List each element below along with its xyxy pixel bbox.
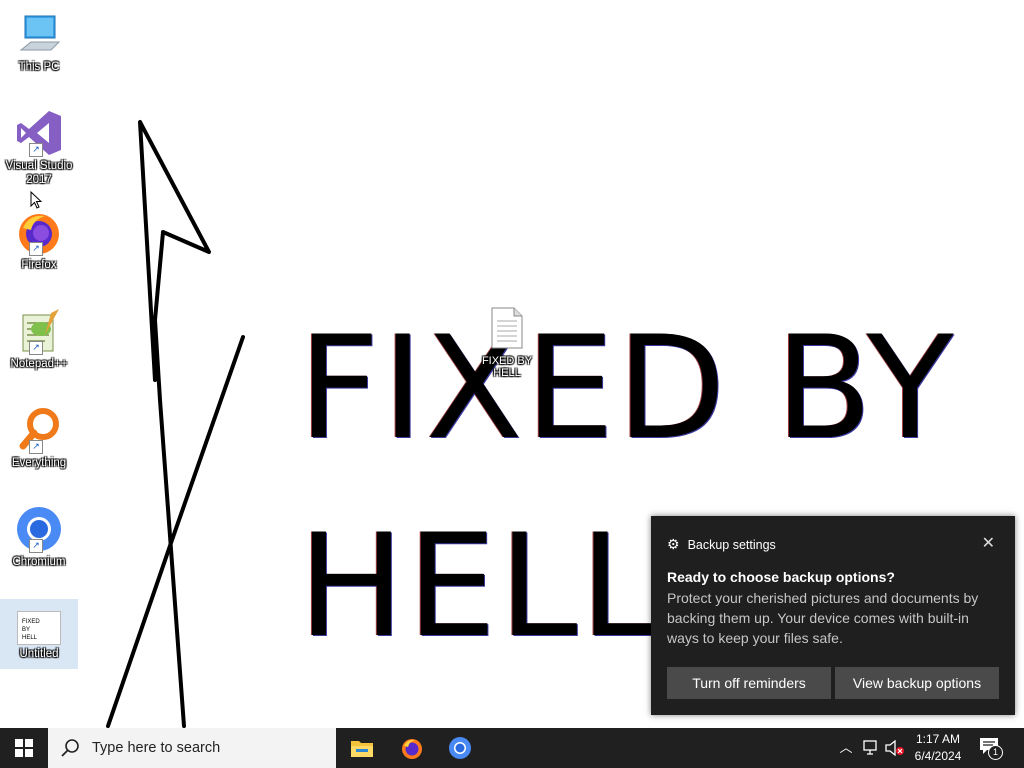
start-button[interactable] <box>0 728 48 768</box>
firefox-icon: ↗ <box>15 208 63 256</box>
network-tray-button[interactable] <box>862 740 880 761</box>
clock-date: 6/4/2024 <box>914 749 962 763</box>
shortcut-arrow-icon: ↗ <box>29 539 43 553</box>
show-hidden-icons-button[interactable]: ︿ <box>838 738 854 758</box>
clock-time: 1:17 AM <box>915 732 961 746</box>
mouse-cursor-icon <box>30 191 43 209</box>
visual-studio-icon: ↗ <box>15 109 63 157</box>
taskbar: Type here to search ︿ 1:17 AM 6/4/2024 1 <box>0 728 1024 768</box>
desktop-icon-label: Everything <box>11 457 67 469</box>
shortcut-arrow-icon: ↗ <box>29 440 43 454</box>
turn-off-reminders-button[interactable]: Turn off reminders <box>667 667 831 699</box>
windows-logo-icon <box>15 739 33 757</box>
text-document-icon <box>491 307 523 349</box>
taskbar-search-box[interactable]: Type here to search <box>48 728 336 768</box>
shortcut-arrow-icon: ↗ <box>29 143 43 157</box>
file-explorer-icon <box>351 741 373 757</box>
desktop-icon-label: Visual Studio 2017 <box>5 160 73 186</box>
desktop-icon-this-pc[interactable]: This PC <box>0 4 78 74</box>
taskbar-clock[interactable]: 1:17 AM 6/4/2024 <box>908 731 968 765</box>
chevron-up-icon: ︿ <box>839 740 853 755</box>
network-icon <box>863 740 877 755</box>
taskbar-chromium[interactable] <box>436 728 484 768</box>
volume-muted-icon <box>885 739 904 757</box>
desktop-icon-notepad-plus-plus[interactable]: ↗ Notepad++ <box>0 301 78 371</box>
desktop-icon-label: This PC <box>18 61 60 73</box>
toast-header: ⚙ Backup settings <box>667 536 776 553</box>
close-icon[interactable]: ✕ <box>982 533 995 553</box>
desktop-icon-chromium[interactable]: ↗ Chromium <box>0 499 78 569</box>
view-backup-options-button[interactable]: View backup options <box>835 667 999 699</box>
chromium-icon: ↗ <box>15 505 63 553</box>
desktop-icon-everything[interactable]: ↗ Everything <box>0 400 78 470</box>
shortcut-arrow-icon: ↗ <box>29 242 43 256</box>
chromium-icon <box>449 737 471 759</box>
desktop-icon-label: Untitled <box>19 648 59 660</box>
untitled-thumbnail-text: FIXED BY HELL <box>22 619 40 641</box>
desktop-icon-untitled[interactable]: FIXED BY HELL Untitled <box>0 599 78 669</box>
computer-icon <box>15 10 63 58</box>
desktop-icon-label: Chromium <box>12 556 66 568</box>
backup-notification-toast[interactable]: ⚙ Backup settings ✕ Ready to choose back… <box>651 516 1015 715</box>
search-placeholder: Type here to search <box>92 740 221 756</box>
file-label: FIXED BY HELL <box>481 355 533 379</box>
toast-title: Ready to choose backup options? <box>667 569 895 585</box>
wallpaper-text-line-1: FIXED BY <box>298 306 956 471</box>
action-center-button[interactable]: 1 <box>978 736 1008 762</box>
desktop-icon-visual-studio[interactable]: ↗ Visual Studio 2017 <box>0 103 78 187</box>
taskbar-firefox[interactable] <box>388 728 436 768</box>
toast-app-name: Backup settings <box>687 537 776 552</box>
image-file-icon: FIXED BY HELL <box>17 611 61 645</box>
toast-body: Protect your cherished pictures and docu… <box>667 590 979 646</box>
desktop-icon-label: Notepad++ <box>10 358 68 370</box>
shortcut-arrow-icon: ↗ <box>29 341 43 355</box>
firefox-icon <box>402 739 422 759</box>
search-icon <box>61 739 79 757</box>
wallpaper-text-line-2: HELL <box>298 504 661 669</box>
gear-icon: ⚙ <box>667 536 680 552</box>
desktop-file-fixed-by-hell[interactable]: FIXED BY HELL <box>478 306 536 379</box>
desktop-icon-label: Firefox <box>21 259 57 271</box>
notification-count-badge: 1 <box>988 745 1003 760</box>
everything-search-icon: ↗ <box>15 406 63 454</box>
taskbar-file-explorer[interactable] <box>338 728 386 768</box>
desktop-icon-firefox[interactable]: ↗ Firefox <box>0 202 78 272</box>
notepad-plus-plus-icon: ↗ <box>15 307 63 355</box>
volume-tray-button[interactable] <box>885 739 905 761</box>
